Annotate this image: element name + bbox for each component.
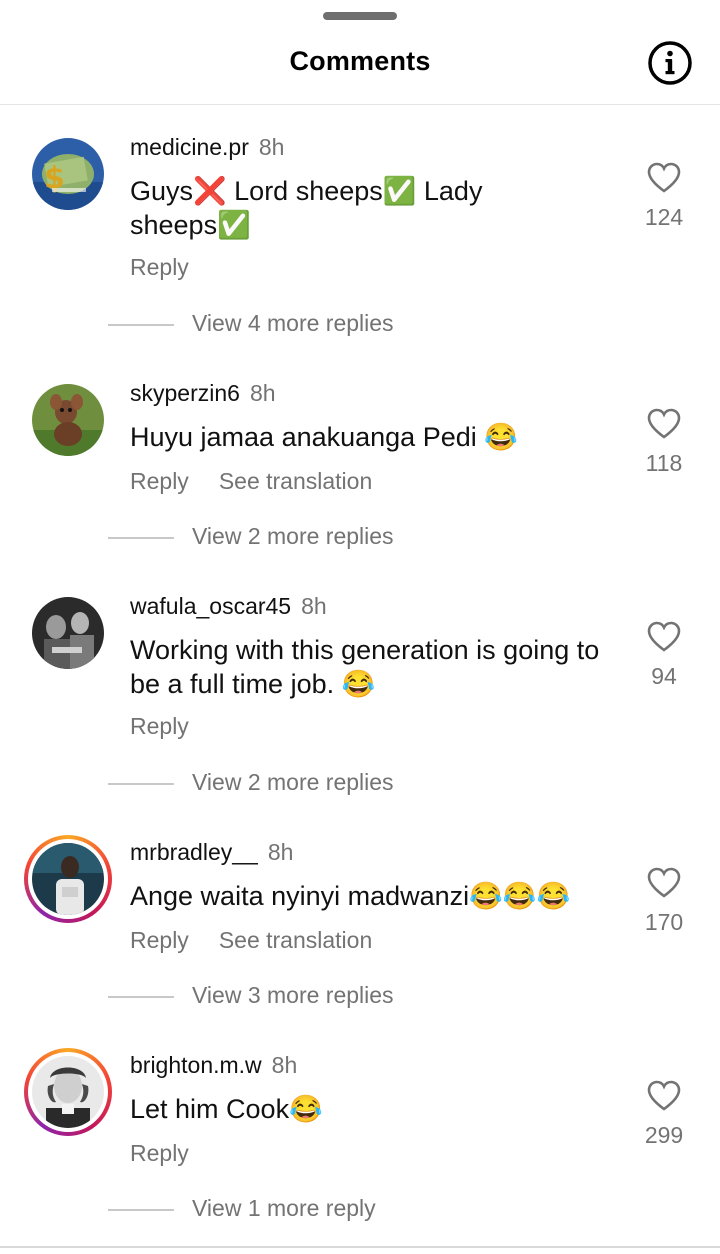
- view-more-replies[interactable]: View 2 more replies: [108, 769, 394, 796]
- like-count: 299: [644, 1122, 684, 1148]
- page-title: Comments: [289, 46, 431, 76]
- reply-button[interactable]: Reply: [130, 927, 189, 953]
- heart-icon[interactable]: [647, 621, 681, 653]
- laughing-tears-emoji: 😂: [536, 881, 571, 911]
- avatar[interactable]: [32, 384, 104, 456]
- comment-time: 8h: [301, 593, 327, 619]
- laughing-tears-emoji: 😂: [469, 881, 503, 911]
- reply-button[interactable]: Reply: [130, 1140, 189, 1166]
- laughing-tears-emoji: 😂: [289, 1094, 323, 1124]
- like-button[interactable]: 299: [634, 1080, 694, 1149]
- like-button[interactable]: 170: [634, 867, 694, 936]
- comment-username[interactable]: mrbradley__: [130, 839, 258, 865]
- comment-text: Guys❌ Lord sheeps✅ Lady sheeps✅: [130, 176, 483, 240]
- comment-time: 8h: [258, 134, 285, 160]
- laughing-tears-emoji: 😂: [484, 422, 518, 452]
- avatar[interactable]: $: [32, 138, 104, 210]
- view-more-replies[interactable]: View 1 more reply: [108, 1195, 376, 1222]
- like-count: 118: [645, 450, 683, 476]
- avatar[interactable]: [32, 597, 104, 669]
- like-count: 124: [644, 204, 684, 230]
- avatar[interactable]: [32, 1056, 104, 1128]
- reply-button[interactable]: Reply: [130, 713, 189, 739]
- laughing-tears-emoji: 😂: [502, 881, 537, 911]
- reply-button[interactable]: Reply: [130, 468, 189, 494]
- comment-username[interactable]: skyperzin6: [130, 380, 240, 406]
- check-mark-emoji: ✅: [217, 210, 251, 240]
- avatar[interactable]: [32, 843, 104, 915]
- like-button[interactable]: 124: [634, 162, 694, 231]
- comment-time: 8h: [249, 380, 276, 406]
- like-button[interactable]: 118: [634, 408, 694, 477]
- reply-button[interactable]: Reply: [130, 254, 189, 280]
- comment-username[interactable]: brighton.m.w: [130, 1052, 262, 1078]
- heart-icon[interactable]: [647, 162, 681, 194]
- see-translation-button[interactable]: See translation: [219, 468, 372, 494]
- cross-mark-emoji: ❌: [193, 176, 227, 206]
- comment-text: Working with this generation is going to…: [130, 635, 600, 699]
- divider: [0, 1246, 720, 1248]
- heart-icon[interactable]: [647, 867, 681, 899]
- story-ring[interactable]: [24, 1048, 112, 1136]
- comment-time: 8h: [267, 839, 294, 865]
- story-ring[interactable]: [24, 835, 112, 923]
- view-more-replies[interactable]: View 3 more replies: [108, 982, 394, 1009]
- like-count: 94: [651, 663, 677, 689]
- like-count: 170: [644, 909, 684, 935]
- view-more-replies[interactable]: View 4 more replies: [108, 310, 394, 337]
- heart-icon[interactable]: [647, 408, 681, 440]
- heart-icon[interactable]: [647, 1080, 681, 1112]
- comment-text: Ange waita nyinyi madwanzi😂😂😂: [130, 881, 571, 911]
- like-button[interactable]: 94: [634, 621, 694, 690]
- comment-username[interactable]: wafula_oscar45: [130, 593, 291, 619]
- comments-header: Comments: [0, 0, 720, 105]
- laughing-tears-emoji: 😂: [341, 669, 376, 699]
- info-icon[interactable]: [646, 39, 694, 87]
- comment-time: 8h: [271, 1052, 298, 1078]
- comment-text: Let him Cook😂: [130, 1094, 323, 1124]
- see-translation-button[interactable]: See translation: [219, 927, 372, 953]
- check-mark-emoji: ✅: [382, 176, 417, 206]
- comment-text: Huyu jamaa anakuanga Pedi 😂: [130, 422, 518, 452]
- view-more-replies[interactable]: View 2 more replies: [108, 523, 394, 550]
- comment-username[interactable]: medicine.pr: [130, 134, 249, 160]
